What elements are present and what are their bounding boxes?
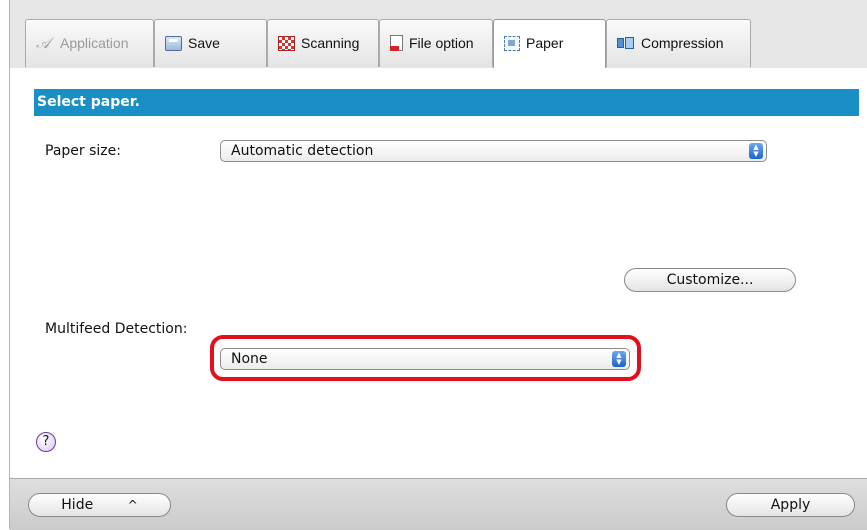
apply-button[interactable]: Apply xyxy=(726,493,855,517)
paper-size-label: Paper size: xyxy=(45,143,121,159)
tab-label: File option xyxy=(409,35,474,51)
paper-size-select[interactable]: Automatic detection ▲ ▼ xyxy=(220,140,767,162)
tab-application[interactable]: 𝒜 Application xyxy=(25,19,154,67)
save-icon xyxy=(165,35,182,51)
paper-settings-panel: Select paper. Paper size: Automatic dete… xyxy=(10,68,867,478)
tab-label: Compression xyxy=(641,35,724,51)
tab-bar: 𝒜 Application Save Scanning File option xyxy=(10,0,867,69)
tab-file-option[interactable]: File option xyxy=(379,19,493,67)
footer-bar: Hide ^ Apply xyxy=(10,478,867,530)
select-arrows-icon: ▲ ▼ xyxy=(612,351,626,367)
chevron-up-icon: ^ xyxy=(127,498,138,512)
tab-label: Paper xyxy=(526,35,564,51)
section-header: Select paper. xyxy=(34,89,859,116)
multifeed-detection-select[interactable]: None ▲ ▼ xyxy=(220,348,630,370)
hide-button-label: Hide xyxy=(61,497,94,513)
tab-label: Application xyxy=(60,35,129,51)
file-option-icon xyxy=(390,35,403,51)
scan-settings-window: 𝒜 Application Save Scanning File option xyxy=(9,0,867,530)
tab-save[interactable]: Save xyxy=(154,19,267,67)
tab-paper[interactable]: Paper xyxy=(493,19,606,69)
customize-button[interactable]: Customize... xyxy=(624,268,796,292)
help-icon[interactable]: ? xyxy=(36,432,56,452)
tab-label: Scanning xyxy=(301,35,360,51)
multifeed-detection-label: Multifeed Detection: xyxy=(45,321,188,337)
tab-label: Save xyxy=(188,35,220,51)
scanning-icon xyxy=(278,35,295,51)
paper-size-value: Automatic detection xyxy=(231,143,374,159)
application-icon: 𝒜 xyxy=(36,34,51,52)
tab-compression[interactable]: Compression xyxy=(606,19,751,67)
tab-scanning[interactable]: Scanning xyxy=(267,19,379,67)
hide-button[interactable]: Hide ^ xyxy=(28,493,171,517)
paper-icon xyxy=(504,35,520,51)
compression-icon xyxy=(617,37,635,49)
multifeed-detection-value: None xyxy=(231,351,268,367)
select-arrows-icon: ▲ ▼ xyxy=(749,143,763,159)
